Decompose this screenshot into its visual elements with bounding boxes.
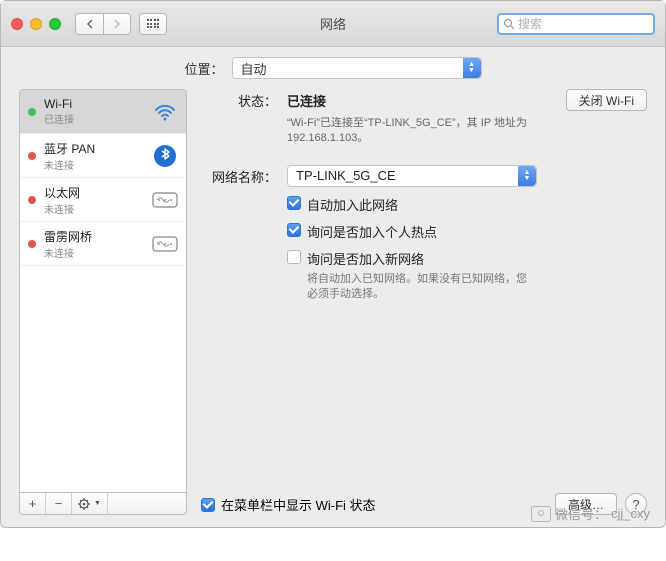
status-dot-icon (28, 108, 36, 116)
back-button[interactable] (75, 13, 103, 35)
check-label: 询问是否加入个人热点 (307, 222, 437, 241)
item-name: 蓝牙 PAN (44, 140, 152, 157)
item-status: 未连接 (44, 245, 152, 260)
checkbox-icon (287, 250, 301, 264)
status-label: 状态： (201, 89, 277, 110)
add-button[interactable]: + (20, 493, 46, 514)
status-value: 已连接 (287, 91, 326, 110)
ethernet-icon (152, 231, 178, 257)
main-panel: 状态： 已连接 关闭 Wi-Fi “Wi-Fi”已连接至“TP-LINK_5G_… (201, 89, 647, 515)
chevron-left-icon (86, 19, 94, 29)
location-select[interactable]: 自动 ▲▼ (232, 57, 482, 79)
nav-buttons (75, 13, 131, 35)
check-ask-new[interactable]: 询问是否加入新网络 (287, 249, 647, 268)
gear-icon (78, 497, 92, 511)
item-status: 已连接 (44, 111, 152, 126)
updown-icon: ▲▼ (463, 58, 481, 78)
prefs-window: 网络 位置： 自动 ▲▼ Wi-Fi 已连接 (0, 0, 666, 528)
status-dot-icon (28, 240, 36, 248)
sidebar-item-bluetooth[interactable]: 蓝牙 PAN 未连接 (20, 134, 186, 178)
interface-list: Wi-Fi 已连接 蓝牙 PAN 未连接 (19, 89, 187, 493)
location-row: 位置： 自动 ▲▼ (1, 47, 665, 89)
item-name: 以太网 (44, 184, 152, 201)
bluetooth-icon (152, 143, 178, 169)
network-name-select[interactable]: TP-LINK_5G_CE ▲▼ (287, 165, 537, 187)
status-dot-icon (28, 152, 36, 160)
search-icon (503, 18, 515, 30)
status-description: “Wi-Fi”已连接至“TP-LINK_5G_CE”，其 IP 地址为 192.… (287, 116, 547, 147)
watermark-value: cjj_cxy (611, 506, 650, 521)
check-label: 在菜单栏中显示 Wi-Fi 状态 (221, 495, 376, 514)
zoom-icon[interactable] (49, 18, 61, 30)
traffic-lights (11, 18, 61, 30)
checkbox-icon (287, 223, 301, 237)
details: 状态： 已连接 关闭 Wi-Fi “Wi-Fi”已连接至“TP-LINK_5G_… (201, 89, 647, 303)
sidebar-item-thunderbolt[interactable]: 雷雳网桥 未连接 (20, 222, 186, 266)
ethernet-icon (152, 187, 178, 213)
item-name: 雷雳网桥 (44, 228, 152, 245)
sidebar: Wi-Fi 已连接 蓝牙 PAN 未连接 (19, 89, 187, 515)
item-status: 未连接 (44, 201, 152, 216)
check-menubar[interactable]: 在菜单栏中显示 Wi-Fi 状态 (201, 495, 547, 514)
sidebar-tools: + − ▼ (19, 493, 187, 515)
check-ask-hotspot[interactable]: 询问是否加入个人热点 (287, 222, 647, 241)
grid-icon (147, 19, 160, 28)
titlebar: 网络 (1, 1, 665, 47)
chevron-down-icon: ▼ (94, 500, 101, 507)
watermark: 微信号： cjj_cxy (531, 504, 650, 523)
check-label: 询问是否加入新网络 (307, 249, 424, 268)
checkbox-icon (287, 196, 301, 210)
wifi-toggle-button[interactable]: 关闭 Wi-Fi (566, 89, 647, 111)
show-all-button[interactable] (139, 13, 167, 35)
network-name-value: TP-LINK_5G_CE (296, 168, 396, 183)
wifi-icon (152, 99, 178, 125)
close-icon[interactable] (11, 18, 23, 30)
status-dot-icon (28, 196, 36, 204)
chevron-right-icon (113, 19, 121, 29)
forward-button[interactable] (103, 13, 131, 35)
updown-icon: ▲▼ (518, 166, 536, 186)
location-value: 自动 (241, 59, 267, 78)
check-ask-new-desc: 将自动加入已知网络。如果没有已知网络，您必须手动选择。 (307, 272, 537, 303)
network-name-label: 网络名称： (201, 165, 277, 186)
sidebar-item-wifi[interactable]: Wi-Fi 已连接 (20, 90, 186, 134)
wechat-icon (531, 506, 551, 522)
sidebar-item-ethernet[interactable]: 以太网 未连接 (20, 178, 186, 222)
search-field[interactable] (497, 13, 655, 35)
search-input[interactable] (518, 17, 666, 31)
check-label: 自动加入此网络 (307, 195, 398, 214)
item-name: Wi-Fi (44, 97, 152, 111)
checkbox-icon (201, 498, 215, 512)
watermark-label: 微信号： (555, 504, 607, 523)
body: Wi-Fi 已连接 蓝牙 PAN 未连接 (1, 89, 665, 527)
minimize-icon[interactable] (30, 18, 42, 30)
check-auto-join[interactable]: 自动加入此网络 (287, 195, 647, 214)
item-status: 未连接 (44, 157, 152, 172)
action-menu-button[interactable]: ▼ (72, 493, 108, 514)
remove-button[interactable]: − (46, 493, 72, 514)
location-label: 位置： (184, 59, 223, 78)
